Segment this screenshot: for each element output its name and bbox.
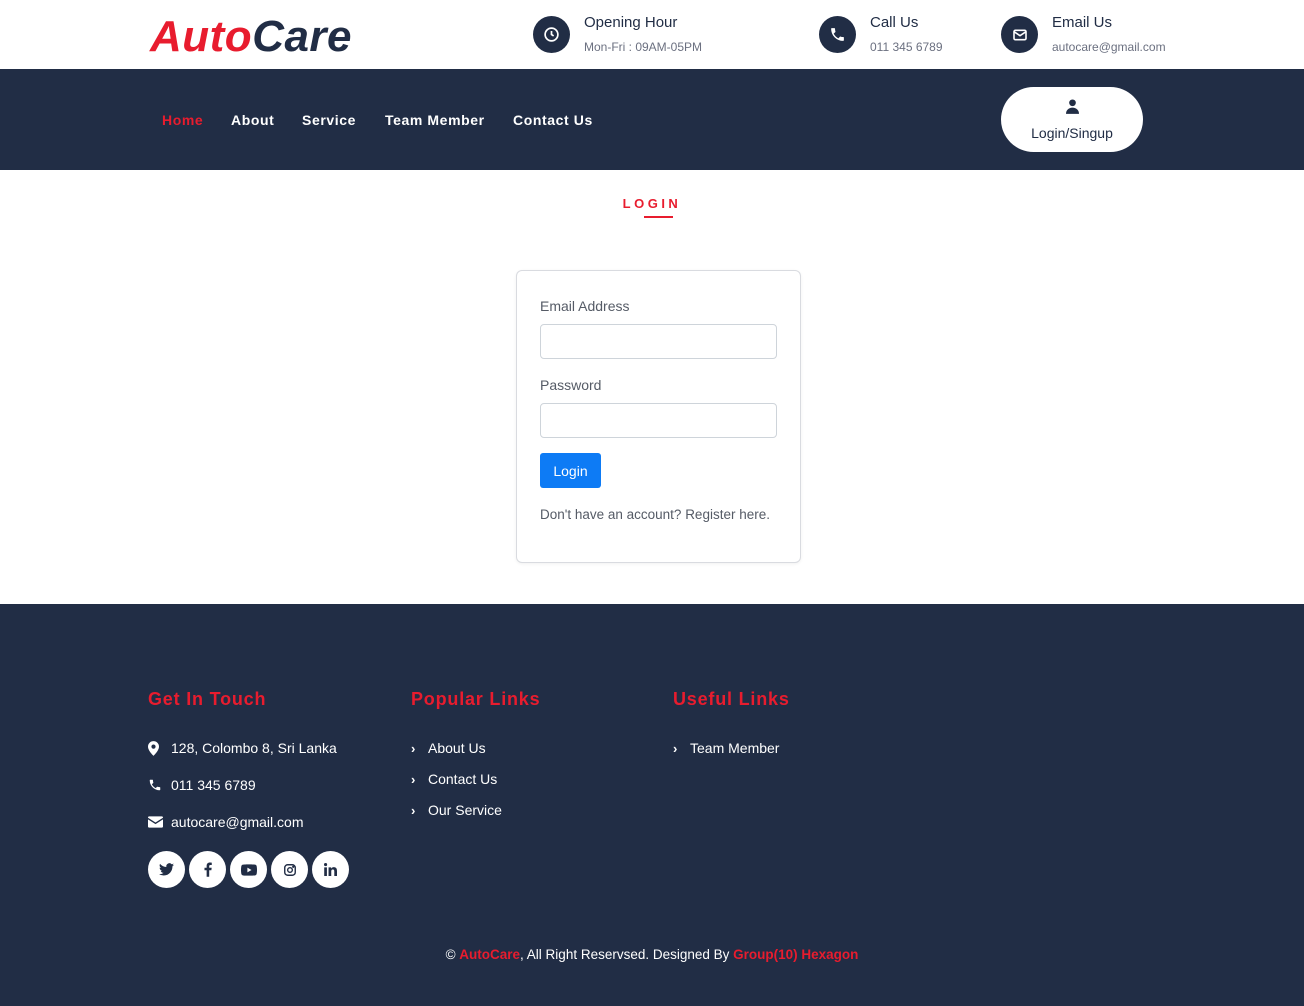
designer-link[interactable]: Group(10) Hexagon [733, 947, 858, 962]
email-label: Email Address [540, 298, 630, 314]
footer-link-label: Team Member [690, 740, 780, 756]
top-bar: AutoCare Opening Hour Mon-Fri : 09AM-05P… [0, 0, 1304, 69]
brand-logo-part1: Auto [150, 12, 253, 61]
nav-team-member[interactable]: Team Member [385, 112, 485, 128]
opening-hours-title: Opening Hour [584, 14, 678, 31]
chevron-right-icon: › [411, 771, 416, 787]
youtube-icon[interactable] [230, 851, 267, 888]
brand-logo-part2: Care [252, 12, 353, 61]
login-signup-label: Login/Singup [1031, 124, 1113, 141]
register-prompt: Don't have an account? Register here. [540, 507, 770, 522]
nav-contact-us[interactable]: Contact Us [513, 112, 593, 128]
copyright-middle: , All Right Reservsed. Designed By [520, 947, 734, 962]
popular-links-title: Popular Links [411, 689, 541, 709]
footer-phone: 011 345 6789 [148, 777, 256, 793]
password-input[interactable] [540, 403, 777, 438]
map-marker-icon [148, 740, 171, 756]
footer-phone-text: 011 345 6789 [171, 777, 256, 793]
instagram-icon[interactable] [271, 851, 308, 888]
login-submit-button[interactable]: Login [540, 453, 601, 488]
site-footer: Get In Touch Popular Links Useful Links … [0, 604, 1304, 1006]
nav-home[interactable]: Home [162, 112, 203, 128]
heading-underline [644, 216, 673, 218]
twitter-icon[interactable] [148, 851, 185, 888]
clock-icon [533, 16, 570, 53]
user-icon [1065, 98, 1079, 119]
copyright-brand-link[interactable]: AutoCare [459, 947, 520, 962]
footer-link-our-service[interactable]: › Our Service [411, 802, 502, 818]
footer-email: autocare@gmail.com [148, 814, 304, 830]
footer-link-label: Our Service [428, 802, 502, 818]
login-heading: LOGIN [622, 196, 682, 211]
footer-link-label: Contact Us [428, 771, 498, 787]
copyright-text: © AutoCare, All Right Reservsed. Designe… [0, 947, 1304, 962]
footer-address: 128, Colombo 8, Sri Lanka [148, 740, 337, 756]
copyright-symbol: © [445, 947, 456, 962]
chevron-right-icon: › [411, 740, 416, 756]
footer-link-about-us[interactable]: › About Us [411, 740, 486, 756]
chevron-right-icon: › [411, 802, 416, 818]
login-form-card: Email Address Password Login Don't have … [516, 270, 801, 563]
login-signup-button[interactable]: Login/Singup [1001, 87, 1143, 152]
opening-hours-value: Mon-Fri : 09AM-05PM [584, 40, 703, 54]
brand-logo[interactable]: AutoCare [150, 12, 352, 62]
nav-service[interactable]: Service [302, 112, 356, 128]
chevron-right-icon: › [673, 740, 678, 756]
register-prompt-text: Don't have an account? [540, 507, 686, 522]
call-us-value: 011 345 6789 [870, 40, 943, 54]
footer-address-text: 128, Colombo 8, Sri Lanka [171, 740, 337, 756]
footer-link-label: About Us [428, 740, 486, 756]
useful-links-title: Useful Links [673, 689, 790, 709]
footer-link-team-member[interactable]: › Team Member [673, 740, 779, 756]
phone-icon [148, 778, 171, 792]
nav-about[interactable]: About [231, 112, 274, 128]
footer-link-contact-us[interactable]: › Contact Us [411, 771, 497, 787]
email-us-title: Email Us [1052, 14, 1113, 31]
footer-email-text: autocare@gmail.com [171, 814, 304, 830]
linkedin-icon[interactable] [312, 851, 349, 888]
envelope-icon [148, 816, 171, 828]
envelope-icon [1001, 16, 1038, 53]
password-label: Password [540, 377, 602, 393]
social-links [148, 851, 349, 888]
phone-icon [819, 16, 856, 53]
email-input[interactable] [540, 324, 777, 359]
call-us-title: Call Us [870, 14, 919, 31]
facebook-icon[interactable] [189, 851, 226, 888]
get-in-touch-title: Get In Touch [148, 689, 267, 709]
register-link[interactable]: Register here. [685, 507, 770, 522]
main-navbar: Home About Service Team Member Contact U… [0, 69, 1304, 170]
email-us-value: autocare@gmail.com [1052, 40, 1166, 54]
